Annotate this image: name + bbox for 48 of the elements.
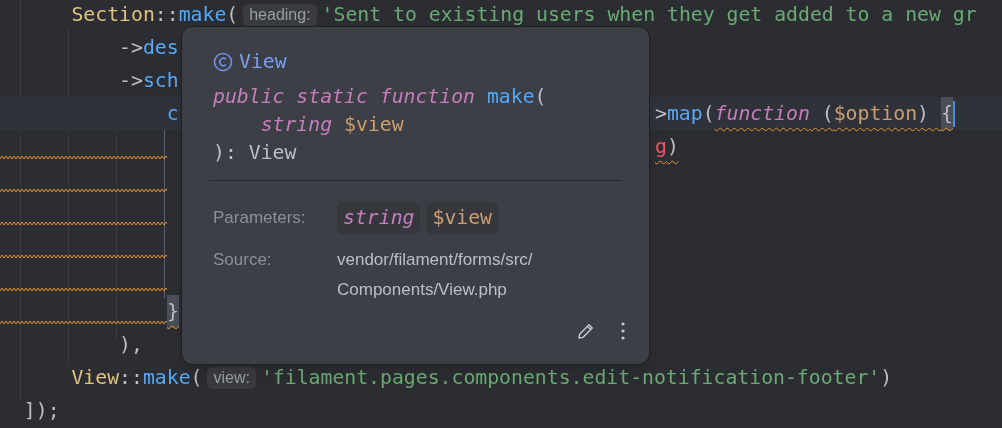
string-literal: 'Sent to existing users when they get added to a new gr [321,2,977,28]
code-text: :: [154,2,179,28]
code-text: -> [118,68,143,94]
keyword: function [714,101,810,127]
source-path[interactable]: Components/View.php [337,275,533,305]
variable-name: $view [344,113,404,136]
code-text: :: [119,365,143,391]
code-text: { [940,97,953,130]
kebab-icon [621,322,625,340]
parameter-hint: view: [207,366,256,389]
parameter-chip: string [337,202,421,234]
class-name: Section [70,2,155,28]
code-text: ), [118,332,143,358]
more-button[interactable] [619,320,627,342]
method-name: make [142,365,191,391]
code-text: ( [534,85,547,108]
code-text: ): View [213,141,297,164]
string-literal: 'filament.pages.components.edit-notification-footer' [260,365,881,391]
class-icon [213,52,233,72]
method-name: des [142,35,179,61]
code-text: -> [118,35,143,61]
code-text: ) [917,101,930,127]
method-name: sch [142,68,179,94]
source-path[interactable]: vendor/filament/forms/src/ [337,245,533,275]
code-text: ) [880,365,893,391]
parameter-hint: heading: [243,3,317,26]
source-label: Source: [213,249,273,271]
pencil-icon [576,321,596,341]
class-name: View [70,365,120,391]
class-name[interactable]: View [239,47,287,77]
method-name: map [666,101,703,127]
method-name: c [165,101,179,127]
code-text: } [167,295,179,328]
code-text: ( [702,101,715,127]
method-name: make [178,2,227,28]
code-text: > [655,101,667,127]
keyword: string [259,113,334,136]
code-text: ( [820,101,834,127]
keyword: public static function [213,85,476,108]
error-text: g [655,134,667,160]
variable-name: $option [833,101,918,127]
method-name: make [486,85,535,108]
code-text: ) [666,134,679,160]
parameters-label: Parameters: [213,207,307,230]
code-text: ( [190,365,203,391]
code-text: ]); [22,398,60,424]
code-text: ( [226,2,239,28]
parameter-chip: $view [426,202,498,234]
